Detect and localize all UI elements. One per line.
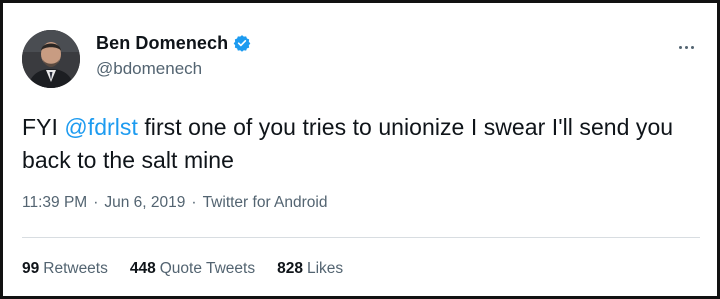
divider xyxy=(22,237,700,238)
verified-badge-icon xyxy=(233,34,251,52)
tweet-card: Ben Domenech @bdomenech FYI @fdrlst firs… xyxy=(0,0,720,299)
mention-link[interactable]: @fdrlst xyxy=(64,114,138,140)
engagement-stats: 99 Retweets 448 Quote Tweets 828 Likes xyxy=(22,260,343,278)
retweets-stat[interactable]: 99 Retweets xyxy=(22,260,108,278)
tweet-date[interactable]: Jun 6, 2019 xyxy=(104,194,185,211)
display-name[interactable]: Ben Domenech xyxy=(96,33,228,54)
tweet-time[interactable]: 11:39 PM xyxy=(22,194,87,211)
user-handle[interactable]: @bdomenech xyxy=(96,59,251,79)
likes-stat[interactable]: 828 Likes xyxy=(277,260,343,278)
meta-separator: · xyxy=(191,194,197,211)
display-name-row: Ben Domenech xyxy=(96,31,251,55)
likes-count: 828 xyxy=(277,260,303,277)
tweet-meta: 11:39 PM · Jun 6, 2019 · Twitter for Android xyxy=(22,194,327,212)
likes-label: Likes xyxy=(306,260,344,277)
quote-tweets-stat[interactable]: 448 Quote Tweets xyxy=(130,260,255,278)
author-names: Ben Domenech @bdomenech xyxy=(96,31,251,79)
avatar-photo-icon xyxy=(22,30,80,88)
more-options-icon[interactable] xyxy=(674,39,698,55)
quote-tweets-count: 448 xyxy=(129,260,156,277)
avatar[interactable] xyxy=(22,30,80,88)
tweet-source[interactable]: Twitter for Android xyxy=(203,194,328,211)
tweet-text-prefix: FYI xyxy=(22,114,65,140)
retweets-count: 99 xyxy=(22,260,40,277)
tweet-text: FYI @fdrlst first one of you tries to un… xyxy=(22,111,702,177)
quote-tweets-label: Quote Tweets xyxy=(159,260,256,277)
tweet-header: Ben Domenech @bdomenech xyxy=(22,25,702,88)
meta-separator: · xyxy=(93,194,99,211)
retweets-label: Retweets xyxy=(43,260,108,277)
